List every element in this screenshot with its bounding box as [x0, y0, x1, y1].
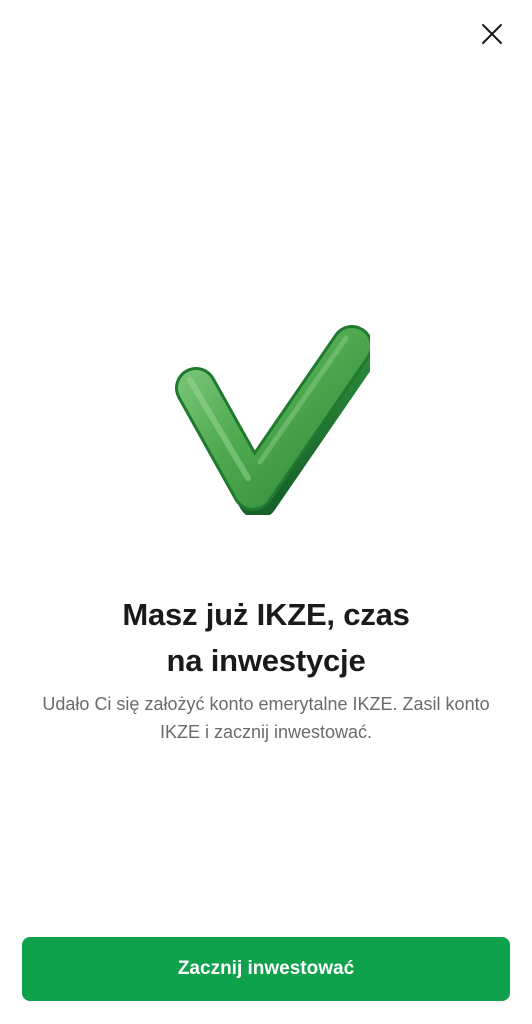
title-line-2: na inwestycje: [166, 643, 366, 678]
success-screen: Masz już IKZE, czas na inwestycje Udało …: [0, 0, 532, 1024]
checkmark-icon: [175, 325, 370, 515]
page-title: Masz już IKZE, czas na inwestycje: [0, 592, 532, 684]
start-investing-button[interactable]: Zacznij inwestować: [22, 937, 510, 1001]
close-icon[interactable]: [481, 23, 503, 45]
description-text: Udało Ci się założyć konto emerytalne IK…: [42, 694, 490, 742]
title-line-1: Masz już IKZE, czas: [122, 597, 410, 632]
close-button[interactable]: [476, 18, 508, 50]
